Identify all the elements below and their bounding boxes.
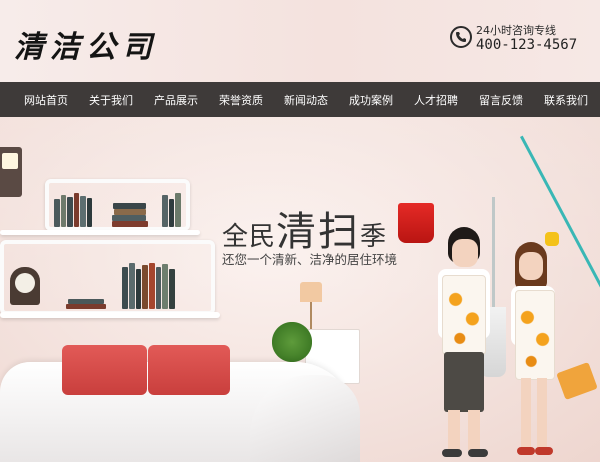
nav-item-home[interactable]: 网站首页 [24, 92, 68, 108]
plant-illustration [272, 322, 312, 362]
nav-item-honors[interactable]: 荣誉资质 [219, 92, 263, 108]
lower-shelf [0, 312, 220, 318]
upper-shelf [0, 230, 200, 235]
nav-item-about[interactable]: 关于我们 [89, 92, 133, 108]
nav-item-news[interactable]: 新闻动态 [284, 92, 328, 108]
site-header: 清洁公司 24小时咨询专线 400-123-4567 [0, 0, 600, 82]
site-logo[interactable]: 清洁公司 [14, 22, 158, 66]
hotline-block: 24小时咨询专线 400-123-4567 [450, 20, 580, 60]
sofa-cushion-right [148, 345, 230, 395]
nav-item-contact[interactable]: 联系我们 [544, 92, 588, 108]
main-nav: 网站首页 关于我们 产品展示 荣誉资质 新闻动态 成功案例 人才招聘 留言反馈 … [0, 82, 600, 117]
slogan-part3: 季 [360, 222, 387, 252]
wall-lamp-illustration [0, 147, 22, 197]
clock-illustration [10, 267, 40, 305]
banner-subtitle: 还您一个清新、洁净的居住环境 [222, 252, 398, 267]
hotline-label: 24小时咨询专线 [476, 24, 556, 37]
sofa-cushion-left [62, 345, 147, 395]
nav-item-feedback[interactable]: 留言反馈 [479, 92, 523, 108]
hotline-number: 400-123-4567 [476, 37, 578, 53]
nav-item-cases[interactable]: 成功案例 [349, 92, 393, 108]
table-lamp-illustration [300, 282, 322, 302]
woman-cleaner-illustration [505, 232, 575, 462]
slogan-part1: 全民 [222, 222, 277, 252]
lower-books [62, 255, 212, 309]
phone-icon [450, 26, 472, 48]
nav-item-products[interactable]: 产品展示 [154, 92, 198, 108]
nav-item-jobs[interactable]: 人才招聘 [414, 92, 458, 108]
hero-banner[interactable]: 全民清扫季 还您一个清新、洁净的居住环境 [0, 117, 600, 462]
man-cleaner-illustration [420, 227, 500, 462]
upper-books [52, 187, 187, 227]
